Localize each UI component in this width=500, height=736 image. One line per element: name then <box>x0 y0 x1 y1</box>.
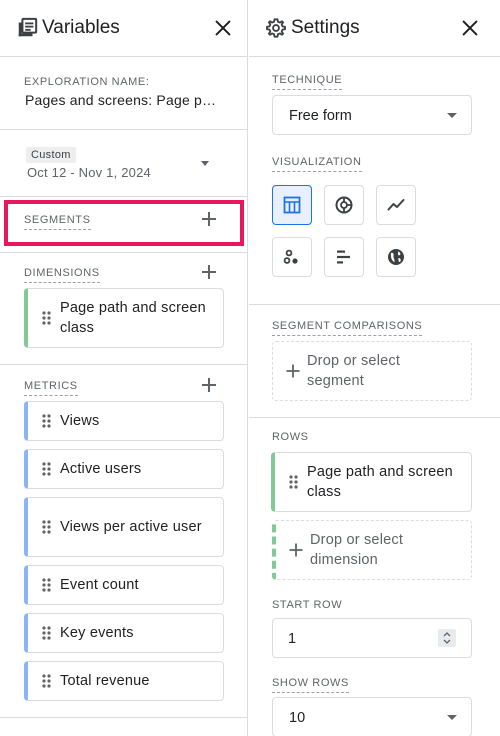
exploration-name-label: EXPLORATION NAME: <box>24 76 150 88</box>
rows-dimension-chip[interactable]: Page path and screen class <box>271 452 472 512</box>
close-variables-icon[interactable] <box>212 17 234 39</box>
table-viz-button[interactable] <box>272 185 312 225</box>
metric-chip-label: Key events <box>60 625 134 641</box>
add-icon <box>286 364 300 378</box>
rows-dimension-label: Page path and screen class <box>307 464 453 500</box>
scatter-viz-button[interactable] <box>272 237 312 277</box>
line-viz-button[interactable] <box>376 185 416 225</box>
gear-icon <box>266 18 286 38</box>
divider <box>0 252 247 253</box>
geo-viz-button[interactable] <box>376 237 416 277</box>
divider <box>0 129 247 130</box>
metric-chip-label: Event count <box>60 577 139 593</box>
date-range-badge: Custom <box>26 147 76 163</box>
add-dimension-icon[interactable] <box>199 262 219 282</box>
date-range-caret-icon <box>201 161 209 166</box>
rows-drop-text: Drop or select dimension <box>310 532 404 568</box>
add-segment-icon[interactable] <box>199 209 219 229</box>
segment-drop-target[interactable]: Drop or select segment <box>272 341 472 401</box>
variables-panel: Variables EXPLORATION NAME: Pages and sc… <box>0 0 248 736</box>
dimensions-label: DIMENSIONS <box>24 266 100 283</box>
start-row-input[interactable]: 1 <box>272 618 472 658</box>
segment-drop-text: Drop or select segment <box>307 353 401 389</box>
divider <box>249 304 500 305</box>
divider <box>249 417 500 418</box>
table-icon <box>283 196 301 214</box>
metric-chip-label: Views <box>60 413 100 429</box>
variables-title: Variables <box>42 17 120 38</box>
scatter-plot-icon <box>283 249 298 264</box>
rows-label: ROWS <box>272 431 309 443</box>
bar-chart-icon <box>337 250 350 264</box>
show-rows-label: SHOW ROWS <box>272 676 349 693</box>
divider <box>0 364 247 365</box>
date-range-text: Oct 12 - Nov 1, 2024 <box>27 165 151 180</box>
variables-header: Variables <box>0 0 247 57</box>
segments-label: SEGMENTS <box>24 213 91 230</box>
metric-chip[interactable]: Event count <box>24 565 224 605</box>
add-metric-icon[interactable] <box>199 375 219 395</box>
start-row-value: 1 <box>288 631 297 647</box>
donut-chart-icon <box>335 196 353 214</box>
date-range-picker[interactable]: Custom Oct 12 - Nov 1, 2024 <box>16 140 228 188</box>
start-row-stepper[interactable] <box>438 629 456 647</box>
add-icon <box>289 543 303 557</box>
divider <box>0 196 247 197</box>
visualization-label: VISUALIZATION <box>272 155 362 172</box>
rows-drop-target[interactable]: Drop or select dimension <box>272 520 472 580</box>
metric-chip-label: Total revenue <box>60 673 150 689</box>
settings-title: Settings <box>291 17 360 38</box>
segment-comparisons-label: SEGMENT COMPARISONS <box>272 319 423 336</box>
metric-chip[interactable]: Total revenue <box>24 661 224 701</box>
metric-chip-label: Views per active user <box>60 519 202 535</box>
drag-handle-icon[interactable] <box>42 674 51 688</box>
metric-chip[interactable]: Key events <box>24 613 224 653</box>
metric-chip[interactable]: Views per active user <box>24 497 224 557</box>
close-settings-icon[interactable] <box>459 17 481 39</box>
technique-value: Free form <box>289 108 352 124</box>
start-row-label: START ROW <box>272 599 343 611</box>
drag-handle-icon[interactable] <box>289 475 298 489</box>
settings-header: Settings <box>249 0 500 57</box>
metric-chip[interactable]: Active users <box>24 449 224 489</box>
drag-handle-icon[interactable] <box>42 626 51 640</box>
bar-viz-button[interactable] <box>324 237 364 277</box>
chevron-down-icon <box>447 715 457 720</box>
show-rows-value: 10 <box>289 710 306 726</box>
drag-handle-icon[interactable] <box>42 462 51 476</box>
metric-chip-label: Active users <box>60 461 142 477</box>
divider <box>0 717 247 718</box>
variables-icon <box>18 17 38 37</box>
drag-handle-icon[interactable] <box>42 311 51 325</box>
metrics-label: METRICS <box>24 379 78 396</box>
metric-chip[interactable]: Views <box>24 401 224 441</box>
drag-handle-icon[interactable] <box>42 520 51 534</box>
stepper-arrows-icon <box>443 632 451 644</box>
dimension-chip[interactable]: Page path and screen class <box>24 288 224 348</box>
globe-icon <box>388 249 404 265</box>
donut-viz-button[interactable] <box>324 185 364 225</box>
drag-handle-icon[interactable] <box>42 578 51 592</box>
line-chart-icon <box>387 199 405 211</box>
technique-label: TECHNIQUE <box>272 73 343 90</box>
chevron-down-icon <box>447 113 457 118</box>
drag-handle-icon[interactable] <box>42 414 51 428</box>
technique-select[interactable]: Free form <box>272 95 472 135</box>
dimension-chip-label: Page path and screen class <box>60 300 206 336</box>
show-rows-select[interactable]: 10 <box>272 697 472 736</box>
exploration-name-field[interactable]: Pages and screens: Page p… <box>25 91 216 109</box>
